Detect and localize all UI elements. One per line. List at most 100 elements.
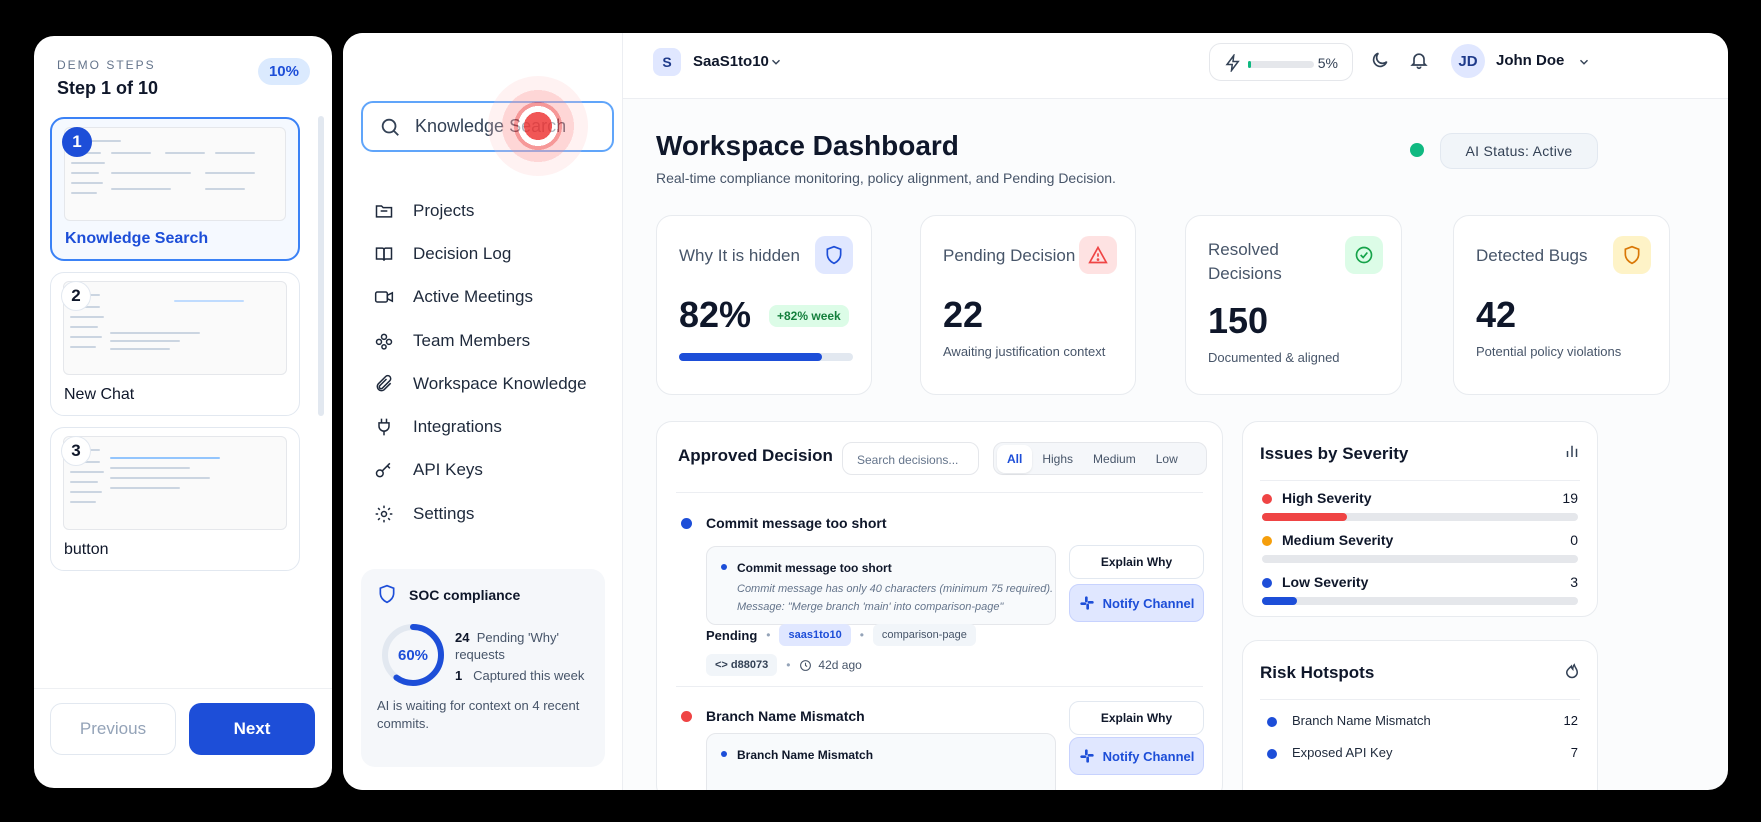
severity-row-low[interactable]: Low Severity 3 xyxy=(1262,572,1578,612)
commit-hash: d88073 xyxy=(730,659,769,671)
notify-label: Notify Channel xyxy=(1102,595,1195,611)
sidebar-item-projects[interactable]: Projects xyxy=(373,196,474,226)
step-number: 3 xyxy=(61,436,91,466)
soc-title: SOC compliance xyxy=(409,587,521,603)
severity-row-medium[interactable]: Medium Severity 0 xyxy=(1262,530,1578,570)
severity-name: High Severity xyxy=(1282,490,1372,506)
bullet-dot xyxy=(721,564,727,570)
clock-icon xyxy=(800,659,812,671)
explain-why-button[interactable]: Explain Why xyxy=(1069,701,1204,735)
step-label: New Chat xyxy=(64,386,135,403)
issues-by-severity-card: Issues by Severity High Severity 19 Medi… xyxy=(1242,421,1598,617)
notify-channel-button[interactable]: Notify Channel xyxy=(1069,584,1204,622)
hotspot-count: 12 xyxy=(1563,713,1578,728)
sidebar: Knowledge Search Projects Decision Log A… xyxy=(343,33,623,790)
detail-title: Branch Name Mismatch xyxy=(737,748,874,762)
soc-footer: AI is waiting for context on 4 recent co… xyxy=(377,698,580,731)
stat-value: 42 xyxy=(1476,294,1517,335)
decision-status-dot xyxy=(681,518,692,529)
decision-meta: Pending • saas1to10 • comparison-page xyxy=(706,624,976,646)
check-circle-icon xyxy=(1345,236,1383,274)
stat-progress-bar xyxy=(679,353,853,361)
step-number: 1 xyxy=(62,127,92,157)
usage-bar-fill xyxy=(1248,61,1252,68)
hotspot-row[interactable]: Branch Name Mismatch 12 xyxy=(1262,711,1578,733)
moon-icon[interactable] xyxy=(1370,50,1390,70)
step-card-1[interactable]: 1 Knowledge Search xyxy=(50,117,300,261)
hotspot-row[interactable]: Exposed API Key 7 xyxy=(1262,743,1578,765)
severity-row-high[interactable]: High Severity 19 xyxy=(1262,488,1578,528)
folder-icon xyxy=(373,200,395,222)
stat-progress-fill xyxy=(679,353,822,361)
hotspot-dot xyxy=(1267,717,1277,727)
chevron-down-icon[interactable] xyxy=(1577,55,1591,69)
notify-channel-button[interactable]: Notify Channel xyxy=(1069,737,1204,775)
sidebar-item-decision-log[interactable]: Decision Log xyxy=(373,239,511,269)
sidebar-item-team-members[interactable]: Team Members xyxy=(373,326,530,356)
sidebar-item-integrations[interactable]: Integrations xyxy=(373,412,502,442)
next-button[interactable]: Next xyxy=(189,703,315,755)
app-window: Knowledge Search Projects Decision Log A… xyxy=(343,33,1728,790)
meta-separator: • xyxy=(786,658,791,672)
previous-button[interactable]: Previous xyxy=(50,703,176,755)
avatar[interactable]: JD xyxy=(1451,44,1485,78)
detail-message: Commit message has only 40 characters (m… xyxy=(737,580,1053,616)
sidebar-item-workspace-knowledge[interactable]: Workspace Knowledge xyxy=(373,369,587,399)
sidebar-item-api-keys[interactable]: API Keys xyxy=(373,455,483,485)
stat-card-pending-decision[interactable]: Pending Decision 22 Awaiting justificati… xyxy=(920,215,1136,395)
decision-search-input[interactable]: Search decisions... xyxy=(842,442,979,475)
divider xyxy=(1260,480,1580,481)
panel-title: Approved Decision xyxy=(678,446,833,465)
hotspot-dot xyxy=(1267,749,1277,759)
bar-chart-icon[interactable] xyxy=(1563,442,1581,460)
soc-compliance-card: SOC compliance 60% 24 Pending 'Why' requ… xyxy=(361,569,605,767)
trend-badge: +82% week xyxy=(769,305,849,327)
slack-icon xyxy=(1079,596,1094,610)
severity-count: 19 xyxy=(1562,490,1578,506)
hotspot-name: Branch Name Mismatch xyxy=(1292,713,1431,728)
severity-bar-fill xyxy=(1262,513,1348,521)
sidebar-item-settings[interactable]: Settings xyxy=(373,499,474,529)
chevron-down-icon[interactable] xyxy=(769,55,783,69)
sidebar-item-label: Settings xyxy=(413,504,475,523)
step-card-2[interactable]: 2 New Chat xyxy=(50,272,300,416)
workspace-switcher[interactable]: SaaS1to10 xyxy=(693,53,769,70)
warning-icon xyxy=(1079,236,1117,274)
filter-all[interactable]: All xyxy=(997,444,1033,473)
stat-card-resolved-decisions[interactable]: Resolved Decisions 150 Documented & alig… xyxy=(1185,215,1402,395)
usage-meter[interactable]: 5% xyxy=(1209,43,1353,81)
meta-separator: • xyxy=(766,628,771,642)
stat-sub: Documented & aligned xyxy=(1208,350,1340,365)
bell-icon[interactable] xyxy=(1409,50,1429,70)
workspace-avatar[interactable]: S xyxy=(653,48,681,76)
users-icon xyxy=(373,330,395,352)
sidebar-item-active-meetings[interactable]: Active Meetings xyxy=(373,282,533,312)
user-name[interactable]: John Doe xyxy=(1496,52,1564,69)
click-indicator xyxy=(488,76,588,176)
plug-icon xyxy=(373,416,395,438)
decision-title[interactable]: Branch Name Mismatch xyxy=(706,708,865,724)
steps-scrollbar[interactable] xyxy=(318,116,324,416)
decision-title[interactable]: Commit message too short xyxy=(706,515,886,531)
stat-sub: Awaiting justification context xyxy=(943,344,1106,359)
severity-filter-tabs: All Highs Medium Low xyxy=(993,442,1207,475)
filter-low[interactable]: Low xyxy=(1146,445,1188,473)
commit-chip[interactable]: <> d88073 xyxy=(706,654,778,676)
explain-why-button[interactable]: Explain Why xyxy=(1069,545,1204,579)
usage-percent: 5% xyxy=(1317,55,1338,71)
shield-icon xyxy=(815,236,853,274)
flame-icon[interactable] xyxy=(1563,661,1581,679)
step-card-3[interactable]: 3 button xyxy=(50,427,300,571)
sidebar-item-label: Active Meetings xyxy=(413,287,533,306)
filter-medium[interactable]: Medium xyxy=(1083,445,1146,473)
stat-card-detected-bugs[interactable]: Detected Bugs 42 Potential policy violat… xyxy=(1453,215,1670,395)
stat-sub: Potential policy violations xyxy=(1476,344,1622,359)
repo-chip[interactable]: saas1to10 xyxy=(779,624,851,646)
branch-chip[interactable]: comparison-page xyxy=(872,624,976,646)
usage-bar xyxy=(1248,61,1314,68)
card-title: Risk Hotspots xyxy=(1260,663,1375,682)
severity-bar xyxy=(1262,513,1578,521)
filter-highs[interactable]: Highs xyxy=(1032,445,1083,473)
severity-dot xyxy=(1262,494,1272,504)
stat-card-why-hidden[interactable]: Why It is hidden 82% +82% week xyxy=(656,215,872,395)
